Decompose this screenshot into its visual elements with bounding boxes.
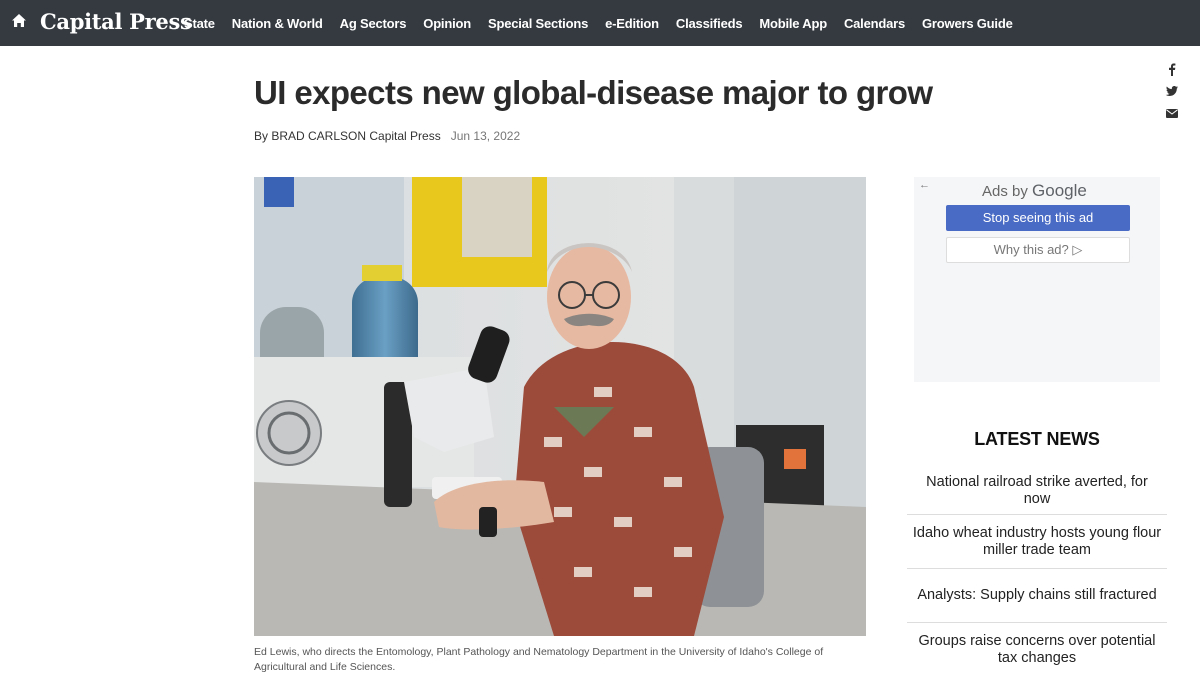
nav-link-e-edition[interactable]: e-Edition — [605, 16, 659, 31]
nav-link-classifieds[interactable]: Classifieds — [676, 16, 743, 31]
home-icon[interactable] — [11, 13, 27, 29]
photo-caption: Ed Lewis, who directs the Entomology, Pl… — [254, 646, 824, 673]
latest-news-list: National railroad strike averted, for no… — [907, 471, 1167, 675]
news-item[interactable]: Analysts: Supply chains still fractured — [907, 569, 1167, 623]
google-label: Google — [1032, 181, 1087, 200]
site-logo[interactable]: Capital Press — [40, 9, 192, 34]
author-byline[interactable]: By BRAD CARLSON Capital Press — [254, 129, 441, 143]
facebook-icon[interactable] — [1165, 62, 1179, 76]
ads-by-google: Ads by Google — [982, 181, 1087, 201]
news-item[interactable]: Groups raise concerns over potential tax… — [907, 623, 1167, 675]
nav-link-state[interactable]: State — [184, 16, 215, 31]
nav-link-calendars[interactable]: Calendars — [844, 16, 905, 31]
byline: By BRAD CARLSON Capital Press Jun 13, 202… — [254, 129, 520, 143]
publish-date: Jun 13, 2022 — [450, 129, 521, 143]
twitter-icon[interactable] — [1165, 84, 1179, 98]
nav-link-ag-sectors[interactable]: Ag Sectors — [340, 16, 407, 31]
email-icon[interactable] — [1165, 106, 1179, 120]
why-this-ad-button[interactable]: Why this ad? ▷ — [946, 237, 1130, 263]
news-item[interactable]: National railroad strike averted, for no… — [907, 471, 1167, 515]
news-item[interactable]: Idaho wheat industry hosts young flour m… — [907, 515, 1167, 569]
back-arrow-icon[interactable]: ← — [919, 179, 930, 191]
top-navigation: Capital Press State Nation & World Ag Se… — [0, 0, 1200, 46]
article-photo[interactable] — [254, 177, 866, 636]
nav-link-mobile-app[interactable]: Mobile App — [759, 16, 827, 31]
social-share — [1165, 62, 1181, 128]
nav-link-nation-world[interactable]: Nation & World — [232, 16, 323, 31]
article-title: UI expects new global-disease major to g… — [254, 74, 933, 111]
stop-seeing-ad-button[interactable]: Stop seeing this ad — [946, 205, 1130, 231]
latest-news-heading: LATEST NEWS — [974, 429, 1100, 449]
nav-links: State Nation & World Ag Sectors Opinion … — [184, 0, 1030, 46]
ad-panel: ← Ads by Google Stop seeing this ad Why … — [914, 177, 1160, 382]
nav-link-growers-guide[interactable]: Growers Guide — [922, 16, 1013, 31]
nav-link-special-sections[interactable]: Special Sections — [488, 16, 588, 31]
nav-link-opinion[interactable]: Opinion — [423, 16, 471, 31]
ads-by-label: Ads by — [982, 183, 1028, 200]
